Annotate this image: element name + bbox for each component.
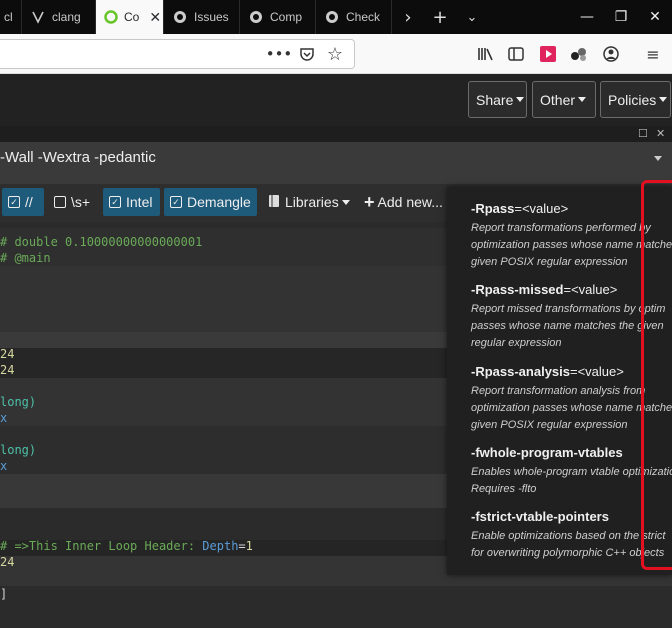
tab-label: Check bbox=[346, 10, 381, 24]
browser-tab[interactable]: Comp bbox=[240, 0, 316, 34]
github-icon bbox=[248, 9, 264, 25]
tab-label: Issues bbox=[194, 10, 229, 24]
option-value: =<value> bbox=[514, 201, 569, 216]
compiler-explorer-icon bbox=[104, 9, 118, 25]
new-tab-icon[interactable]: + bbox=[424, 0, 456, 34]
menu-icon[interactable]: ≡ bbox=[642, 42, 664, 66]
libraries-label: Libraries bbox=[285, 194, 339, 210]
options-tooltip-popover: -Rpass=<value> Report transformations pe… bbox=[447, 187, 672, 575]
chevron-down-icon bbox=[341, 199, 350, 205]
code-line: long) bbox=[0, 443, 37, 457]
code-line: 24 bbox=[0, 363, 15, 377]
filter-whitespace-button[interactable]: \s+ bbox=[48, 188, 100, 216]
chevron-down-icon bbox=[659, 97, 668, 102]
minimize-icon[interactable]: — bbox=[570, 0, 604, 34]
demangle-button[interactable]: ✓ Demangle bbox=[164, 188, 257, 216]
sidebar-icon[interactable] bbox=[505, 42, 527, 66]
policies-button[interactable]: Policies bbox=[600, 81, 671, 118]
browser-tab-strip: cl clang Co ✕ Issues Comp Check › + ⌄ — … bbox=[0, 0, 672, 34]
extension-icon[interactable] bbox=[568, 42, 590, 66]
option-flag: -fstrict-vtable-pointers bbox=[471, 509, 609, 524]
address-field[interactable]: ••• ☆ bbox=[0, 39, 355, 69]
add-new-label: Add new... bbox=[377, 194, 443, 210]
filter-comments-label: // bbox=[25, 194, 33, 210]
chevron-down-icon bbox=[516, 97, 525, 102]
tab-label: clang bbox=[52, 10, 81, 24]
checkbox-checked-icon: ✓ bbox=[170, 196, 182, 208]
media-extension-icon[interactable] bbox=[537, 42, 559, 66]
account-icon[interactable] bbox=[600, 42, 622, 66]
checkbox-unchecked-icon bbox=[54, 196, 66, 208]
close-tab-icon[interactable]: ✕ bbox=[149, 9, 161, 26]
filter-comments-button[interactable]: ✓ // bbox=[2, 188, 44, 216]
tab-label: cl bbox=[4, 10, 13, 24]
code-comment: # =>This Inner Loop Header: bbox=[0, 539, 203, 553]
filter-whitespace-label: \s+ bbox=[71, 194, 91, 210]
libraries-button[interactable]: Libraries bbox=[262, 188, 350, 216]
checkbox-checked-icon: ✓ bbox=[109, 196, 121, 208]
tab-list-icon[interactable]: ⌄ bbox=[456, 0, 488, 34]
code-line: ] bbox=[0, 587, 8, 601]
maximize-pane-icon[interactable]: ☐ bbox=[638, 127, 648, 140]
plus-icon: + bbox=[364, 191, 375, 212]
browser-tab[interactable]: cl bbox=[0, 0, 22, 34]
code-number: 1 bbox=[245, 539, 253, 553]
bookmark-star-icon[interactable]: ☆ bbox=[324, 42, 346, 66]
restore-icon[interactable]: ❐ bbox=[604, 0, 638, 34]
code-line: # =>This Inner Loop Header: Depth=1 bbox=[0, 538, 253, 554]
option-flag: -Rpass-missed bbox=[471, 282, 564, 297]
app-header: Share Other Policies bbox=[0, 74, 672, 126]
demangle-label: Demangle bbox=[187, 194, 251, 210]
github-icon bbox=[324, 9, 340, 25]
tab-overflow-icon[interactable]: › bbox=[392, 0, 424, 34]
annotation-highlight-box bbox=[641, 180, 672, 570]
compiler-options-bar: -Wall -Wextra -pedantic bbox=[0, 142, 672, 184]
policies-label: Policies bbox=[608, 91, 657, 108]
browser-tab[interactable]: Check bbox=[316, 0, 392, 34]
other-button[interactable]: Other bbox=[532, 81, 596, 118]
page-actions-icon[interactable]: ••• bbox=[266, 42, 293, 66]
option-flag: -Rpass-analysis bbox=[471, 364, 570, 379]
close-window-icon[interactable]: ✕ bbox=[638, 0, 672, 34]
browser-tab[interactable]: clang bbox=[22, 0, 96, 34]
code-line: # @main bbox=[0, 251, 51, 265]
close-pane-icon[interactable]: ✕ bbox=[656, 127, 665, 140]
code-line: long) bbox=[0, 395, 37, 409]
pane-header: ☐ ✕ bbox=[0, 126, 672, 142]
code-line: 24 bbox=[0, 347, 15, 361]
other-label: Other bbox=[540, 91, 576, 108]
url-bar: ••• ☆ ≡ bbox=[0, 34, 672, 74]
pocket-icon[interactable] bbox=[296, 42, 318, 66]
tab-label: Co bbox=[124, 10, 140, 24]
code-line: 24 bbox=[0, 555, 15, 569]
intel-syntax-button[interactable]: ✓ Intel bbox=[103, 188, 160, 216]
option-flag: -fwhole-program-vtables bbox=[471, 445, 623, 460]
code-operator: = bbox=[238, 539, 246, 553]
options-dropdown-icon[interactable] bbox=[654, 156, 662, 161]
share-button[interactable]: Share bbox=[468, 81, 527, 118]
tab-label: Comp bbox=[270, 10, 303, 24]
code-line: x bbox=[0, 459, 8, 473]
browser-tab[interactable]: Issues bbox=[164, 0, 240, 34]
option-value: =<value> bbox=[570, 364, 624, 379]
code-line: x bbox=[0, 411, 8, 425]
share-label: Share bbox=[476, 91, 514, 108]
book-icon bbox=[268, 194, 280, 211]
checkbox-checked-icon: ✓ bbox=[8, 196, 20, 208]
add-new-button[interactable]: + Add new... bbox=[358, 188, 446, 216]
bookmark-icon bbox=[30, 9, 46, 25]
option-value: =<value> bbox=[563, 282, 618, 297]
code-line: # double 0.10000000000000001 bbox=[0, 235, 203, 249]
compiler-options-input[interactable]: -Wall -Wextra -pedantic bbox=[0, 149, 156, 166]
browser-tab-active[interactable]: Co ✕ bbox=[96, 0, 164, 34]
github-icon bbox=[172, 9, 188, 25]
code-keyword: Depth bbox=[202, 539, 239, 553]
chevron-down-icon bbox=[578, 97, 587, 102]
option-flag: -Rpass bbox=[471, 201, 515, 216]
library-icon[interactable] bbox=[475, 42, 497, 66]
intel-syntax-label: Intel bbox=[126, 194, 153, 210]
